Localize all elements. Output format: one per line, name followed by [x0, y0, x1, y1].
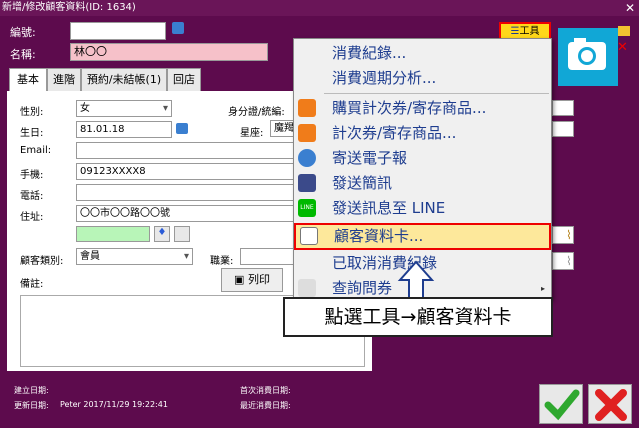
delete-photo-icon[interactable]: ✕ — [617, 40, 628, 55]
window-title: 新增/修改顧客資料(ID: 1634) — [0, 0, 639, 16]
cancel-button[interactable] — [588, 384, 632, 424]
ticket-icon — [298, 99, 316, 117]
chat-icon[interactable] — [172, 22, 184, 34]
checkmark-icon — [544, 389, 580, 421]
gender-select[interactable]: 女 — [76, 100, 172, 117]
chat-icon[interactable] — [176, 123, 188, 134]
printer-icon: ▣ — [234, 273, 245, 286]
category-label: 顧客類別: — [20, 256, 64, 267]
doc-icon[interactable] — [552, 100, 574, 116]
broom-icon[interactable]: ⌇ — [566, 228, 572, 242]
mobile-field[interactable]: 09123XXXX8 — [76, 163, 296, 180]
number-field[interactable] — [70, 22, 166, 40]
menu-separator — [324, 93, 549, 94]
address-field[interactable]: 〇〇市〇〇路〇〇號 — [76, 205, 296, 222]
job-field[interactable] — [240, 248, 296, 265]
menu-item-line[interactable]: LINE 發送訊息至 LINE — [294, 196, 551, 221]
job-label: 職業: — [210, 256, 234, 267]
menu-item-ticket-stock[interactable]: 計次券/寄存商品... — [294, 121, 551, 146]
card-icon[interactable] — [552, 121, 574, 137]
mobile-label: 手機: — [20, 170, 44, 181]
birthday-label: 生日: — [20, 128, 44, 139]
edit-card-icon — [300, 227, 318, 245]
updated-value: Peter 2017/11/29 19:22:41 — [60, 400, 168, 409]
gender-label: 性別: — [20, 107, 44, 118]
email-label: Email: — [20, 145, 52, 156]
number-label: 編號: — [10, 26, 36, 39]
zipcode-field[interactable] — [76, 226, 150, 242]
menu-item-customer-card[interactable]: 顧客資料卡... — [294, 223, 551, 250]
tab-advanced[interactable]: 進階 — [47, 68, 81, 91]
last-visit-label: 最近消費日期: — [240, 401, 291, 410]
birthday-field[interactable]: 81.01.18 — [76, 121, 172, 138]
email-icon — [298, 149, 316, 167]
category-select[interactable]: 會員 — [76, 248, 193, 265]
camera-icon[interactable] — [558, 28, 618, 86]
menu-item-sms[interactable]: 發送簡訊 — [294, 171, 551, 196]
first-visit-label: 首次消費日期: — [240, 386, 291, 395]
menu-item-cycle-analysis[interactable]: 消費週期分析... — [294, 66, 551, 91]
tab-reservations[interactable]: 預約/未結帳(1) — [81, 68, 167, 91]
menu-item-buy-ticket[interactable]: 購買計次券/寄存商品... — [294, 96, 551, 121]
tab-return[interactable]: 回店 — [167, 68, 201, 91]
menu-item-newsletter[interactable]: 寄送電子報 — [294, 146, 551, 171]
updated-label: 更新日期: — [14, 401, 49, 410]
name-label: 名稱: — [10, 48, 36, 61]
folder-icon[interactable] — [618, 26, 630, 36]
instruction-callout: 點選工具→顧客資料卡 — [283, 297, 553, 337]
created-label: 建立日期: — [14, 386, 49, 395]
zodiac-label: 星座: — [240, 128, 264, 139]
phone-field[interactable] — [76, 184, 296, 201]
cross-icon — [595, 389, 627, 421]
line-icon: LINE — [298, 199, 316, 217]
phone-sms-icon — [298, 174, 316, 192]
id-label: 身分證/統編: — [228, 107, 285, 118]
broom-icon[interactable]: ⌇ — [566, 254, 572, 268]
close-icon[interactable]: ✕ — [625, 0, 635, 16]
phone-label: 電話: — [20, 191, 44, 202]
address-label: 住址: — [20, 212, 44, 223]
note-label: 備註: — [20, 279, 44, 290]
tab-basic[interactable]: 基本 — [9, 68, 47, 92]
ticket-icon — [298, 124, 316, 142]
pin-icon[interactable]: ♦ — [154, 226, 170, 242]
pointer-arrow-icon — [397, 260, 435, 299]
survey-icon — [298, 279, 316, 297]
confirm-button[interactable] — [539, 384, 583, 424]
email-field[interactable] — [76, 142, 296, 159]
map-icon[interactable] — [174, 226, 190, 242]
menu-item-purchase-history[interactable]: 消費紀錄... — [294, 41, 551, 66]
print-button[interactable]: ▣ 列印 — [221, 268, 283, 292]
name-field[interactable]: 林〇〇 — [70, 43, 268, 61]
